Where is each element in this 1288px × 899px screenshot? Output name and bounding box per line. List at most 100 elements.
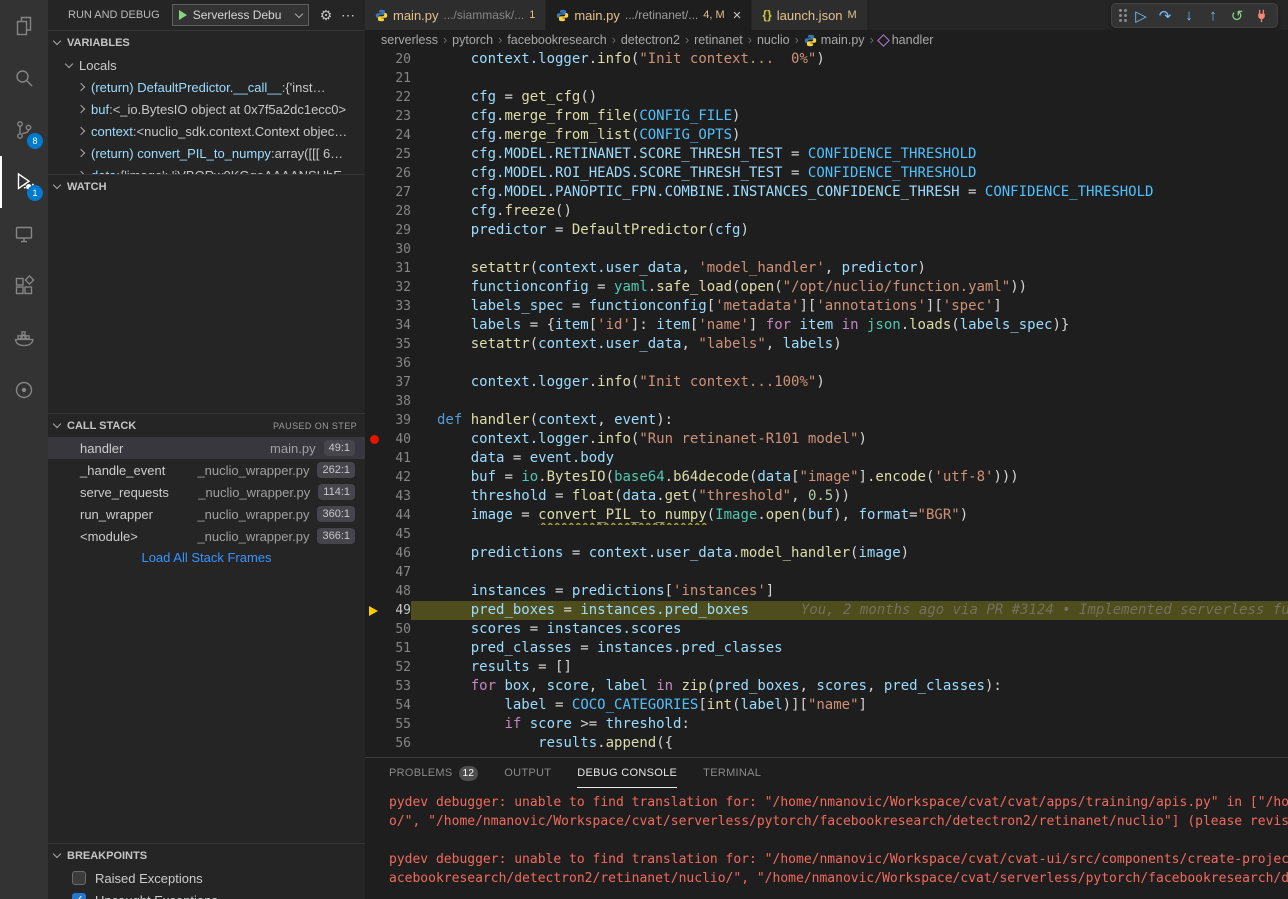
disconnect-button[interactable] bbox=[1250, 5, 1272, 27]
checkbox[interactable]: ✓ bbox=[72, 893, 86, 899]
code-content[interactable]: label = COCO_CATEGORIES[int(label)]["nam… bbox=[411, 696, 1288, 715]
breadcrumb-item[interactable]: detectron2 bbox=[621, 33, 680, 47]
breakpoint-margin[interactable] bbox=[365, 392, 385, 411]
stack-frame[interactable]: serve_requests_nuclio_wrapper.py114:1 bbox=[48, 481, 365, 503]
panel-tab-output[interactable]: OUTPUT bbox=[504, 758, 551, 788]
code-content[interactable]: data = event.body bbox=[411, 449, 1288, 468]
breakpoint-margin[interactable] bbox=[365, 430, 385, 449]
code-content[interactable]: buf = io.BytesIO(base64.b64decode(data["… bbox=[411, 468, 1288, 487]
watch-section-header[interactable]: WATCH bbox=[48, 174, 365, 198]
breadcrumb-item[interactable]: pytorch bbox=[452, 33, 493, 47]
code-content[interactable]: pred_classes = instances.pred_classes bbox=[411, 639, 1288, 658]
code-content[interactable]: predictor = DefaultPredictor(cfg) bbox=[411, 221, 1288, 240]
explorer-icon[interactable] bbox=[0, 0, 48, 52]
code-content[interactable]: for box, score, label in zip(pred_boxes,… bbox=[411, 677, 1288, 696]
code-content[interactable]: cfg.MODEL.ROI_HEADS.SCORE_THRESH_TEST = … bbox=[411, 164, 1288, 183]
breakpoint-margin[interactable] bbox=[365, 126, 385, 145]
breakpoint-margin[interactable] bbox=[365, 411, 385, 430]
breakpoint-margin[interactable] bbox=[365, 715, 385, 734]
breakpoint-margin[interactable] bbox=[365, 145, 385, 164]
code-content[interactable]: setattr(context.user_data, 'model_handle… bbox=[411, 259, 1288, 278]
restart-button[interactable]: ↺ bbox=[1226, 5, 1248, 27]
code-content[interactable]: pred_boxes = instances.pred_boxesYou, 2 … bbox=[411, 601, 1288, 620]
run-debug-icon[interactable]: 1 bbox=[0, 156, 48, 208]
code-content[interactable]: cfg.merge_from_file(CONFIG_FILE) bbox=[411, 107, 1288, 126]
remote-explorer-icon[interactable] bbox=[0, 208, 48, 260]
gear-icon[interactable]: ⚙ bbox=[315, 7, 337, 24]
breakpoint-margin[interactable] bbox=[365, 487, 385, 506]
variable-row[interactable]: buf: <_io.BytesIO object at 0x7f5a2dc1ec… bbox=[48, 98, 365, 120]
code-content[interactable]: predictions = context.user_data.model_ha… bbox=[411, 544, 1288, 563]
scope-locals[interactable]: Locals bbox=[48, 54, 365, 76]
code-content[interactable]: image = convert_PIL_to_numpy(Image.open(… bbox=[411, 506, 1288, 525]
code-content[interactable]: if score >= threshold: bbox=[411, 715, 1288, 734]
breadcrumb-item[interactable]: handler bbox=[879, 33, 934, 47]
breakpoint-margin[interactable] bbox=[365, 164, 385, 183]
extensions-icon[interactable] bbox=[0, 260, 48, 312]
breakpoint-margin[interactable] bbox=[365, 202, 385, 221]
step-out-button[interactable]: ↑ bbox=[1202, 5, 1224, 27]
code-content[interactable] bbox=[411, 240, 1288, 259]
continue-button[interactable]: ▷ bbox=[1130, 5, 1152, 27]
variables-section-header[interactable]: VARIABLES bbox=[48, 30, 365, 54]
breakpoint-margin[interactable] bbox=[365, 50, 385, 69]
breakpoint-margin[interactable] bbox=[365, 69, 385, 88]
stack-frame[interactable]: _handle_event_nuclio_wrapper.py262:1 bbox=[48, 459, 365, 481]
code-content[interactable] bbox=[411, 525, 1288, 544]
code-content[interactable]: threshold = float(data.get("threshold", … bbox=[411, 487, 1288, 506]
breakpoint-margin[interactable] bbox=[365, 620, 385, 639]
code-content[interactable]: labels = {item['id']: item['name'] for i… bbox=[411, 316, 1288, 335]
breakpoint-margin[interactable] bbox=[365, 316, 385, 335]
breakpoint-margin[interactable] bbox=[365, 335, 385, 354]
debug-console-output[interactable]: pydev debugger: unable to find translati… bbox=[365, 788, 1288, 888]
variable-row[interactable]: (return) convert_PIL_to_numpy: array([[[… bbox=[48, 142, 365, 164]
code-content[interactable]: instances = predictions['instances'] bbox=[411, 582, 1288, 601]
breakpoint-margin[interactable] bbox=[365, 107, 385, 126]
code-content[interactable]: setattr(context.user_data, "labels", lab… bbox=[411, 335, 1288, 354]
debug-config-dropdown[interactable]: Serverless Debu bbox=[172, 4, 309, 26]
breakpoint-margin[interactable] bbox=[365, 449, 385, 468]
breakpoint-margin[interactable] bbox=[365, 582, 385, 601]
variable-row[interactable]: context: <nuclio_sdk.context.Context obj… bbox=[48, 120, 365, 142]
code-content[interactable]: labels_spec = functionconfig['metadata']… bbox=[411, 297, 1288, 316]
breakpoint-row[interactable]: ✓Uncaught Exceptions bbox=[48, 889, 365, 899]
code-editor[interactable]: 20 context.logger.info("Init context... … bbox=[365, 50, 1288, 757]
breakpoints-section-header[interactable]: BREAKPOINTS bbox=[48, 843, 365, 867]
breakpoint-margin[interactable] bbox=[365, 525, 385, 544]
stack-frame[interactable]: run_wrapper_nuclio_wrapper.py360:1 bbox=[48, 503, 365, 525]
call-stack-section-header[interactable]: CALL STACK PAUSED ON STEP bbox=[48, 413, 365, 437]
breakpoint-margin[interactable] bbox=[365, 734, 385, 753]
code-content[interactable]: results.append({ bbox=[411, 734, 1288, 753]
code-content[interactable] bbox=[411, 354, 1288, 373]
search-icon[interactable] bbox=[0, 52, 48, 104]
breakpoint-margin[interactable] bbox=[365, 88, 385, 107]
breadcrumb-item[interactable]: retinanet bbox=[694, 33, 743, 47]
breakpoint-margin[interactable] bbox=[365, 677, 385, 696]
breakpoint-margin[interactable] bbox=[365, 259, 385, 278]
step-into-button[interactable]: ↓ bbox=[1178, 5, 1200, 27]
breakpoint-margin[interactable] bbox=[365, 297, 385, 316]
breakpoint-margin[interactable] bbox=[365, 240, 385, 259]
breakpoint-margin[interactable] bbox=[365, 373, 385, 392]
breadcrumb-item[interactable]: main.py bbox=[804, 33, 865, 47]
stack-frame[interactable]: handlermain.py49:1 bbox=[48, 437, 365, 459]
code-content[interactable]: cfg.MODEL.RETINANET.SCORE_THRESH_TEST = … bbox=[411, 145, 1288, 164]
breakpoint-margin[interactable] bbox=[365, 563, 385, 582]
breakpoint-margin[interactable] bbox=[365, 278, 385, 297]
breakpoint-margin[interactable] bbox=[365, 468, 385, 487]
variable-row[interactable]: data: {'image': 'iVBORw0KGgoAAAANSUhE… bbox=[48, 164, 365, 174]
editor-tab[interactable]: main.py.../siammask/...1 bbox=[365, 0, 546, 30]
start-debug-icon[interactable] bbox=[179, 10, 187, 20]
docker-icon[interactable] bbox=[0, 312, 48, 364]
breakpoint-margin[interactable] bbox=[365, 601, 385, 620]
circle-icon[interactable] bbox=[0, 364, 48, 416]
breakpoint-margin[interactable] bbox=[365, 696, 385, 715]
breakpoint-margin[interactable] bbox=[365, 183, 385, 202]
breadcrumb-item[interactable]: nuclio bbox=[757, 33, 790, 47]
code-content[interactable] bbox=[411, 69, 1288, 88]
stack-frame[interactable]: <module>_nuclio_wrapper.py366:1 bbox=[48, 525, 365, 547]
code-content[interactable]: cfg.freeze() bbox=[411, 202, 1288, 221]
breakpoint-margin[interactable] bbox=[365, 544, 385, 563]
code-content[interactable]: context.logger.info("Init context...100%… bbox=[411, 373, 1288, 392]
code-content[interactable]: scores = instances.scores bbox=[411, 620, 1288, 639]
